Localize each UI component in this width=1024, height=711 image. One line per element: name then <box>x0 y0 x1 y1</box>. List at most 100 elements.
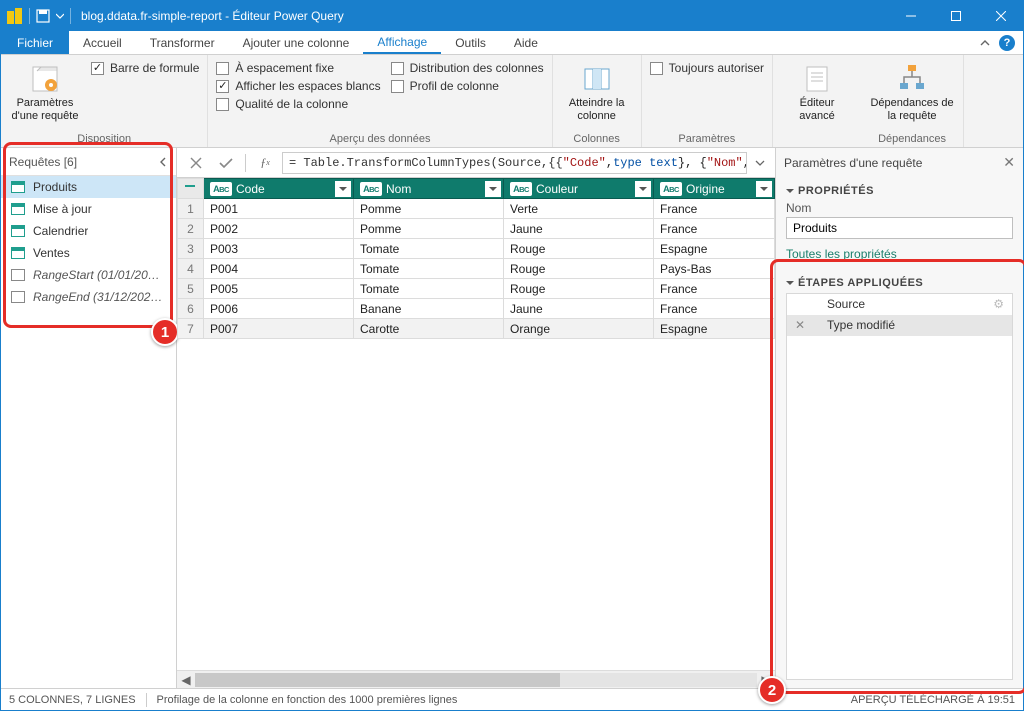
table-row[interactable]: 4P004TomateRougePays-Bas <box>178 259 775 279</box>
cell[interactable]: P006 <box>204 299 354 319</box>
cell[interactable]: Carotte <box>354 319 504 339</box>
applied-step[interactable]: ✕Type modifié <box>787 315 1012 336</box>
query-item[interactable]: Ventes <box>1 242 176 264</box>
check-column-distribution[interactable]: Distribution des colonnes <box>391 61 544 75</box>
cell[interactable]: Rouge <box>504 279 654 299</box>
formula-expand-icon[interactable] <box>751 158 769 168</box>
check-column-profile[interactable]: Profil de colonne <box>391 79 544 93</box>
query-name-input[interactable] <box>786 217 1013 239</box>
formula-confirm-icon[interactable] <box>213 152 239 174</box>
query-item[interactable]: RangeEnd (31/12/2022 0… <box>1 286 176 308</box>
table-row[interactable]: 5P005TomateRougeFrance <box>178 279 775 299</box>
check-formula-bar[interactable]: Barre de formule <box>91 61 199 75</box>
all-properties-link[interactable]: Toutes les propriétés <box>786 247 897 261</box>
row-header[interactable]: 7 <box>178 319 204 339</box>
applied-step[interactable]: ✕Source⚙ <box>787 294 1012 315</box>
scroll-track[interactable] <box>195 673 757 687</box>
row-header[interactable]: 4 <box>178 259 204 279</box>
delete-step-icon[interactable]: ✕ <box>795 318 807 332</box>
cell[interactable]: Pays-Bas <box>654 259 775 279</box>
tab-file[interactable]: Fichier <box>1 31 69 54</box>
minimize-button[interactable] <box>888 1 933 31</box>
cell[interactable]: P007 <box>204 319 354 339</box>
cell[interactable]: Tomate <box>354 279 504 299</box>
advanced-editor-button[interactable]: Éditeur avancé <box>781 59 853 127</box>
cell[interactable]: France <box>654 199 775 219</box>
tab-transform[interactable]: Transformer <box>136 31 229 54</box>
cell[interactable]: Jaune <box>504 219 654 239</box>
cell[interactable]: Tomate <box>354 259 504 279</box>
cell[interactable]: P005 <box>204 279 354 299</box>
help-icon[interactable]: ? <box>999 35 1015 51</box>
query-item[interactable]: Calendrier <box>1 220 176 242</box>
table-row[interactable]: 6P006BananeJauneFrance <box>178 299 775 319</box>
scroll-thumb[interactable] <box>195 673 560 687</box>
cell[interactable]: Orange <box>504 319 654 339</box>
cell[interactable]: Espagne <box>654 319 775 339</box>
column-header[interactable]: ABC Couleur <box>504 179 654 199</box>
cell[interactable]: Verte <box>504 199 654 219</box>
cell[interactable]: P001 <box>204 199 354 219</box>
tab-help[interactable]: Aide <box>500 31 552 54</box>
tab-tools[interactable]: Outils <box>441 31 500 54</box>
cell[interactable]: France <box>654 279 775 299</box>
grid-corner[interactable] <box>178 179 204 199</box>
row-header[interactable]: 6 <box>178 299 204 319</box>
close-button[interactable] <box>978 1 1023 31</box>
cell[interactable]: P004 <box>204 259 354 279</box>
query-item[interactable]: Produits <box>1 176 176 198</box>
scroll-left-icon[interactable]: ◀ <box>177 673 195 687</box>
cell[interactable]: France <box>654 219 775 239</box>
column-header[interactable]: ABC Nom <box>354 179 504 199</box>
table-row[interactable]: 2P002PommeJauneFrance <box>178 219 775 239</box>
check-whitespace[interactable]: Afficher les espaces blancs <box>216 79 380 93</box>
formula-cancel-icon[interactable] <box>183 152 209 174</box>
row-header[interactable]: 5 <box>178 279 204 299</box>
check-monospaced[interactable]: À espacement fixe <box>216 61 380 75</box>
row-header[interactable]: 2 <box>178 219 204 239</box>
close-pane-icon[interactable]: ✕ <box>1003 154 1015 171</box>
fx-icon[interactable]: ƒx <box>252 152 278 174</box>
column-header[interactable]: ABC Origine <box>654 179 775 199</box>
table-row[interactable]: 3P003TomateRougeEspagne <box>178 239 775 259</box>
step-gear-icon[interactable]: ⚙ <box>993 297 1004 311</box>
cell[interactable]: Rouge <box>504 239 654 259</box>
tab-add-column[interactable]: Ajouter une colonne <box>229 31 364 54</box>
row-header[interactable]: 3 <box>178 239 204 259</box>
horizontal-scrollbar[interactable]: ◀ ▶ <box>177 670 775 688</box>
table-row[interactable]: 1P001PommeVerteFrance <box>178 199 775 219</box>
cell[interactable]: Jaune <box>504 299 654 319</box>
cell[interactable]: Espagne <box>654 239 775 259</box>
query-item[interactable]: RangeStart (01/01/2021… <box>1 264 176 286</box>
cell[interactable]: Rouge <box>504 259 654 279</box>
formula-input[interactable]: = Table.TransformColumnTypes(Source,{{ "… <box>282 152 747 174</box>
column-filter-icon[interactable] <box>485 181 501 197</box>
tab-view[interactable]: Affichage <box>363 31 441 54</box>
cell[interactable]: Banane <box>354 299 504 319</box>
cell[interactable]: Pomme <box>354 219 504 239</box>
check-column-quality[interactable]: Qualité de la colonne <box>216 97 380 111</box>
column-filter-icon[interactable] <box>756 181 772 197</box>
qat-dropdown-icon[interactable] <box>56 12 64 20</box>
status-profiling[interactable]: Profilage de la colonne en fonction des … <box>157 694 458 706</box>
table-row[interactable]: 7P007CarotteOrangeEspagne <box>178 319 775 339</box>
cell[interactable]: France <box>654 299 775 319</box>
collapse-pane-icon[interactable] <box>158 157 168 167</box>
column-filter-icon[interactable] <box>335 181 351 197</box>
row-header[interactable]: 1 <box>178 199 204 219</box>
tab-home[interactable]: Accueil <box>69 31 136 54</box>
goto-column-button[interactable]: Atteindre la colonne <box>561 59 633 127</box>
maximize-button[interactable] <box>933 1 978 31</box>
cell[interactable]: Pomme <box>354 199 504 219</box>
column-header[interactable]: ABC Code <box>204 179 354 199</box>
scroll-right-icon[interactable]: ▶ <box>757 673 775 687</box>
column-filter-icon[interactable] <box>635 181 651 197</box>
cell[interactable]: P003 <box>204 239 354 259</box>
check-always-allow[interactable]: Toujours autoriser <box>650 61 764 75</box>
data-grid[interactable]: ABC CodeABC NomABC CouleurABC Origine1P0… <box>177 178 775 339</box>
query-item[interactable]: Mise à jour <box>1 198 176 220</box>
query-settings-button[interactable]: Paramètres d'une requête <box>9 59 81 127</box>
qat-save-icon[interactable] <box>36 9 50 23</box>
cell[interactable]: P002 <box>204 219 354 239</box>
ribbon-collapse-icon[interactable] <box>979 37 991 49</box>
